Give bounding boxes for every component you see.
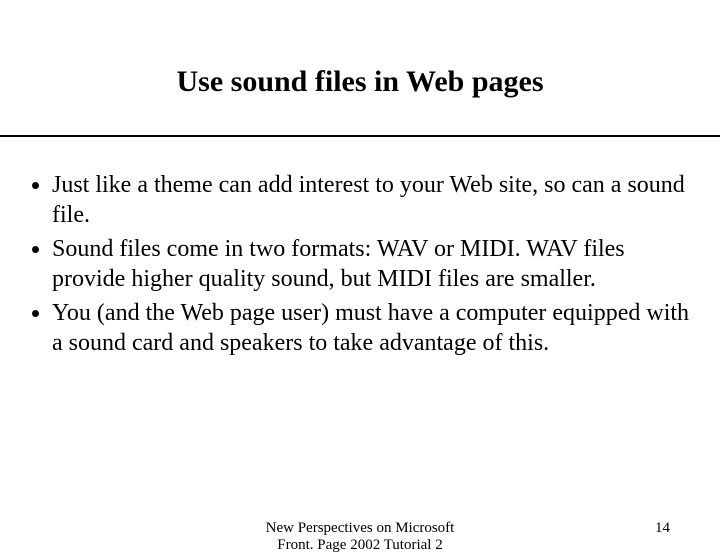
page-number: 14 xyxy=(655,520,670,537)
title-divider xyxy=(0,135,720,137)
list-item: You (and the Web page user) must have a … xyxy=(52,298,690,358)
bullet-list: Just like a theme can add interest to yo… xyxy=(30,170,690,358)
list-item: Just like a theme can add interest to yo… xyxy=(52,170,690,230)
slide: Use sound files in Web pages Just like a… xyxy=(0,0,720,540)
list-item: Sound files come in two formats: WAV or … xyxy=(52,234,690,294)
slide-title: Use sound files in Web pages xyxy=(0,65,720,99)
slide-body: Just like a theme can add interest to yo… xyxy=(30,170,690,362)
footer-line-1: New Perspectives on Microsoft xyxy=(266,520,455,537)
footer-source: New Perspectives on Microsoft Front. Pag… xyxy=(266,520,455,554)
